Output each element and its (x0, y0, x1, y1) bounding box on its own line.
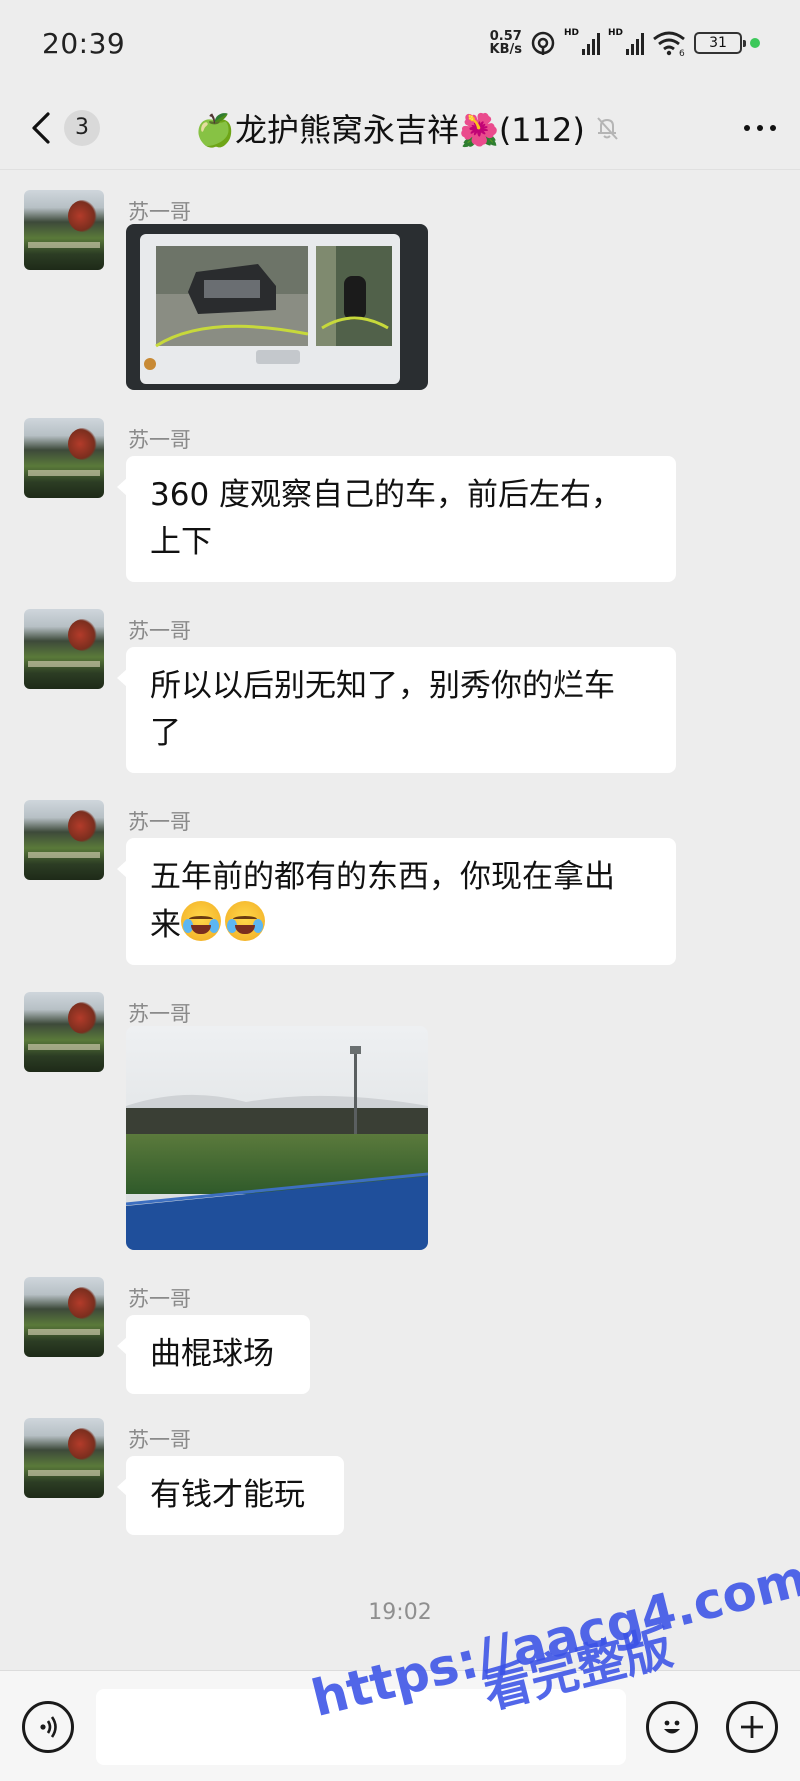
loudly-crying-face-icon (181, 901, 221, 941)
net-speed: 0.57 KB/s (490, 30, 522, 56)
message-line: 所以以后别无知了，别秀你的烂车 (150, 668, 615, 704)
chat-header: 3 🍏龙护熊窝永吉祥🌺(112) (0, 86, 800, 170)
message-line: 360 度观察自己的车，前后左右， (150, 477, 623, 513)
mute-bell-icon (597, 116, 618, 140)
wifi-icon: 6 (653, 31, 685, 56)
status-dot (750, 38, 760, 48)
sender-name: 苏一哥 (128, 200, 191, 224)
sender-name: 苏一哥 (128, 428, 191, 452)
plus-icon (741, 1716, 763, 1738)
image-message[interactable] (126, 224, 428, 390)
sender-name: 苏一哥 (128, 1002, 191, 1026)
message-line: 有钱才能玩 (150, 1477, 305, 1513)
text-bubble[interactable]: 360 度观察自己的车，前后左右， 上下 (117, 456, 676, 582)
message-item: 苏一哥 (24, 992, 784, 1262)
message-item: 苏一哥 有钱才能玩 (24, 1418, 784, 1548)
image-message[interactable] (126, 1026, 428, 1250)
battery-level: 31 (709, 35, 727, 51)
chat-title: 🍏龙护熊窝永吉祥🌺(112) (195, 110, 585, 149)
message-line-with-emoji: 来 (150, 901, 652, 949)
more-icon (744, 124, 750, 131)
avatar[interactable] (24, 800, 104, 880)
signal-icon: HD (564, 28, 600, 55)
message-item: 苏一哥 所以以后别无知了，别秀你的烂车 了 (24, 609, 784, 784)
loudly-crying-face-icon (225, 901, 265, 941)
sim1-tag: HD (564, 28, 580, 38)
message-item: 苏一哥 (24, 190, 784, 400)
unread-badge: 3 (64, 109, 100, 146)
text-bubble[interactable]: 五年前的都有的东西，你现在拿出 来 (117, 838, 676, 965)
timestamp: 19:02 (368, 1600, 432, 1625)
message-line: 曲棍球场 (150, 1336, 274, 1372)
message-line: 五年前的都有的东西，你现在拿出 (150, 859, 615, 895)
battery-icon: 31 (694, 32, 746, 54)
hotspot-icon (531, 31, 555, 55)
text-bubble[interactable]: 所以以后别无知了，别秀你的烂车 了 (117, 647, 676, 773)
voice-icon (40, 1716, 57, 1738)
text-bubble[interactable]: 曲棍球场 (117, 1315, 310, 1394)
message-item: 苏一哥 360 度观察自己的车，前后左右， 上下 (24, 418, 784, 593)
message-line: 了 (150, 715, 181, 751)
message-line: 上下 (150, 524, 212, 560)
sender-name: 苏一哥 (128, 810, 191, 834)
emoji-button[interactable] (646, 1701, 698, 1753)
status-time: 20:39 (42, 26, 126, 60)
plus-button[interactable] (726, 1701, 778, 1753)
wifi-tag: 6 (679, 49, 685, 56)
back-arrow-icon (32, 111, 50, 144)
avatar[interactable] (24, 418, 104, 498)
text-bubble[interactable]: 有钱才能玩 (117, 1456, 344, 1535)
back-button[interactable]: 3 (28, 109, 100, 146)
avatar[interactable] (24, 992, 104, 1072)
net-speed-unit: KB/s (489, 42, 522, 57)
hockey-field-image (126, 1026, 428, 1250)
sender-name: 苏一哥 (128, 619, 191, 643)
input-bar (0, 1670, 800, 1781)
more-button[interactable] (716, 124, 776, 131)
car-camera-image (126, 224, 428, 390)
avatar[interactable] (24, 1418, 104, 1498)
emoji-icon (664, 1720, 680, 1734)
status-icons: 0.57 KB/s HD HD 6 31 (490, 28, 760, 56)
sender-name: 苏一哥 (128, 1428, 191, 1452)
signal-icon-2: HD (608, 28, 644, 55)
message-input[interactable] (96, 1689, 626, 1765)
message-item: 苏一哥 曲棍球场 (24, 1277, 784, 1407)
message-line: 来 (150, 907, 181, 943)
sim2-tag: HD (608, 28, 624, 38)
sender-name: 苏一哥 (128, 1287, 191, 1311)
avatar[interactable] (24, 1277, 104, 1357)
avatar[interactable] (24, 609, 104, 689)
voice-button[interactable] (22, 1701, 74, 1753)
chat-title-wrap[interactable]: 🍏龙护熊窝永吉祥🌺(112) (100, 105, 716, 151)
avatar[interactable] (24, 190, 104, 270)
status-bar: 20:39 0.57 KB/s HD HD 6 31 (0, 0, 800, 86)
message-item: 苏一哥 五年前的都有的东西，你现在拿出 来 (24, 800, 784, 975)
